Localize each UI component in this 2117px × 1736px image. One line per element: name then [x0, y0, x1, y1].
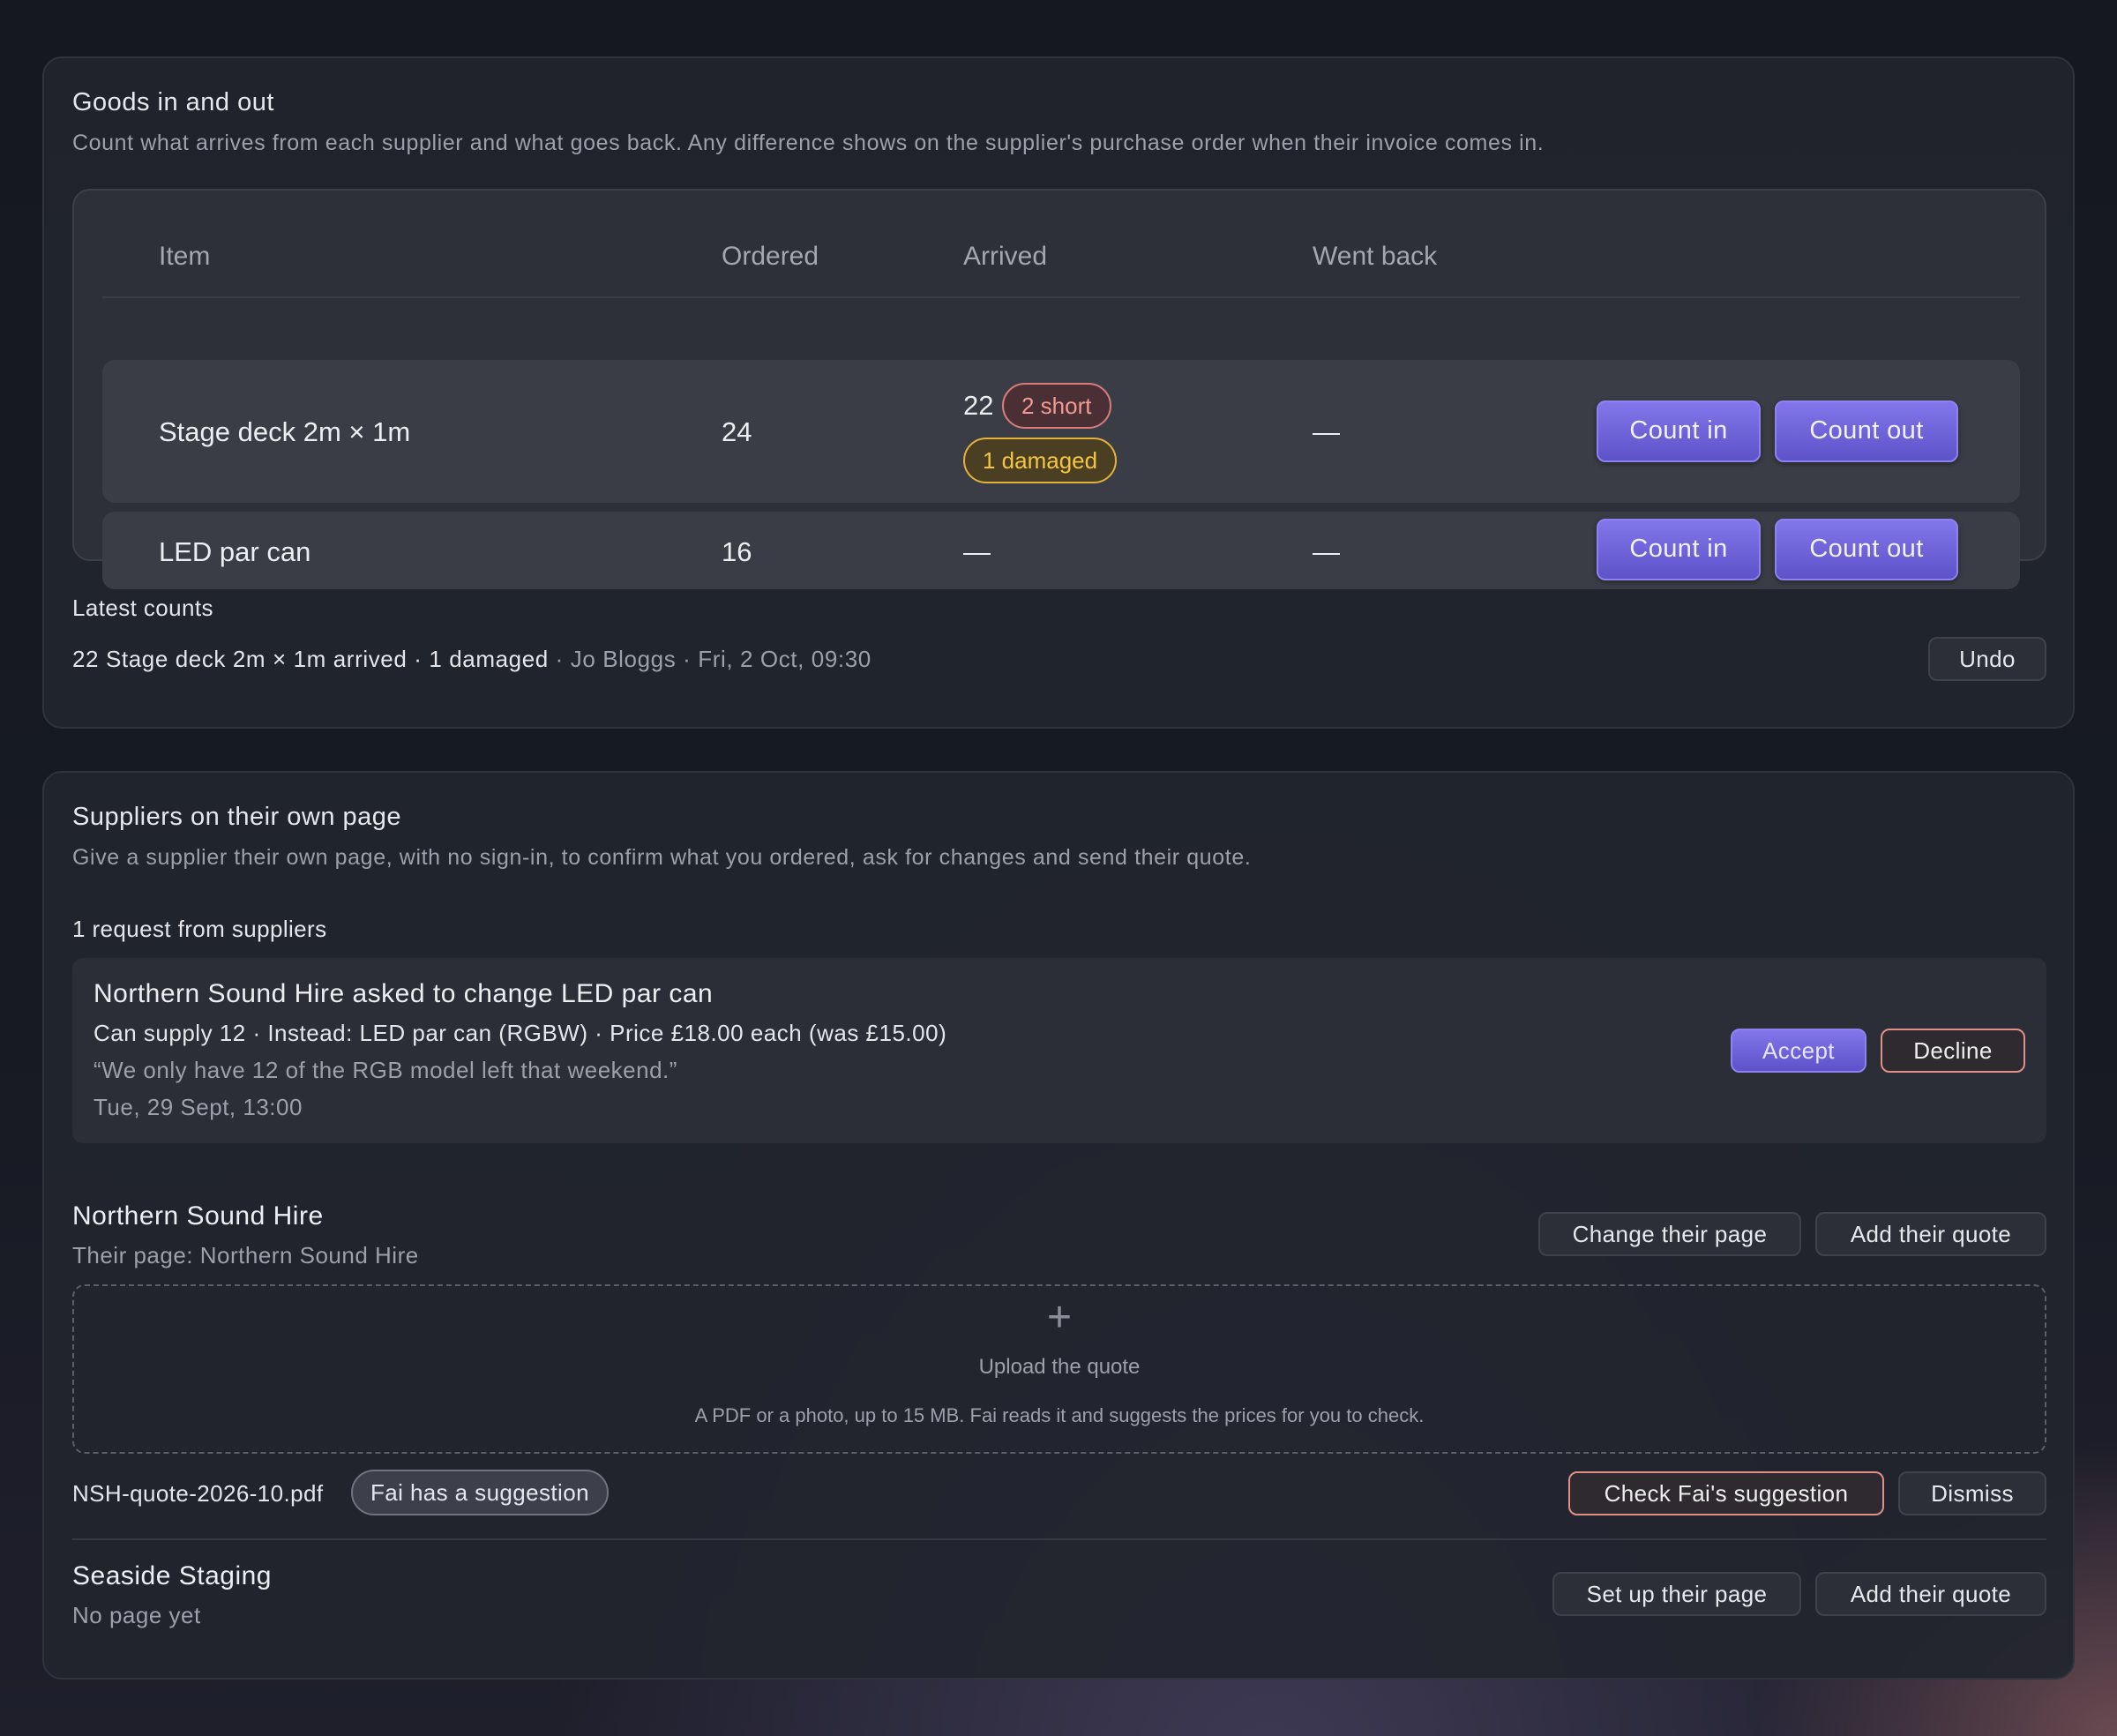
latest-count-summary: 22 Stage deck 2m × 1m arrived · 1 damage…: [72, 646, 549, 672]
request-title: Northern Sound Hire asked to change LED …: [94, 979, 714, 1008]
count-in-button[interactable]: Count in: [1597, 400, 1761, 462]
count-out-button[interactable]: Count out: [1775, 519, 1958, 580]
short-badge: 2 short: [1002, 383, 1111, 429]
supplier-name: Seaside Staging: [72, 1561, 272, 1590]
column-header-ordered: Ordered: [722, 242, 819, 271]
row-ordered: 16: [722, 536, 752, 567]
requests-heading: 1 request from suppliers: [72, 916, 327, 942]
supplier-request: Northern Sound Hire asked to change LED …: [72, 958, 2046, 1143]
goods-table: Item Ordered Arrived Went back Stage dec…: [72, 189, 2046, 589]
request-time: Tue, 29 Sept, 13:00: [94, 1094, 303, 1120]
table-row: Stage deck 2m × 1m 24 22 2 short 1 damag…: [102, 360, 2020, 503]
column-header-item: Item: [159, 242, 211, 271]
goods-in-out-card: Goods in and out Count what arrives from…: [42, 56, 2075, 729]
supplier-page-status: Their page: Northern Sound Hire: [72, 1242, 419, 1268]
check-suggestion-button[interactable]: Check Fai's suggestion: [1568, 1471, 1884, 1515]
goods-subtitle: Count what arrives from each supplier an…: [72, 131, 1545, 155]
undo-button[interactable]: Undo: [1928, 637, 2046, 681]
request-quote: “We only have 12 of the RGB model left t…: [94, 1057, 677, 1083]
accept-button[interactable]: Accept: [1731, 1029, 1866, 1073]
table-row: LED par can 16 — — Count in Count out: [102, 512, 2020, 589]
change-page-button[interactable]: Change their page: [1538, 1212, 1801, 1256]
row-went-back: —: [1313, 536, 1340, 567]
supplier-page-status: No page yet: [72, 1602, 201, 1628]
latest-count-entry: 22 Stage deck 2m × 1m arrived · 1 damage…: [72, 646, 871, 673]
fai-suggestion-badge: Fai has a suggestion: [351, 1470, 609, 1515]
quote-file-name: NSH-quote-2026-10.pdf: [72, 1480, 324, 1507]
supplier-name: Northern Sound Hire: [72, 1201, 324, 1231]
quote-upload-dropzone[interactable]: + Upload the quote A PDF or a photo, up …: [72, 1284, 2046, 1454]
upload-title: Upload the quote: [978, 1355, 1141, 1379]
decline-button[interactable]: Decline: [1881, 1029, 2025, 1073]
supplier-divider: [72, 1538, 2046, 1540]
add-quote-button[interactable]: Add their quote: [1815, 1212, 2046, 1256]
upload-hint: A PDF or a photo, up to 15 MB. Fai reads…: [694, 1404, 1425, 1426]
suppliers-title: Suppliers on their own page: [72, 803, 402, 831]
suppliers-subtitle: Give a supplier their own page, with no …: [72, 845, 1252, 870]
count-in-button[interactable]: Count in: [1597, 519, 1761, 580]
request-detail: Can supply 12 · Instead: LED par can (RG…: [94, 1020, 947, 1046]
row-arrived: —: [963, 536, 991, 567]
column-header-arrived: Arrived: [963, 242, 1048, 271]
setup-page-button[interactable]: Set up their page: [1552, 1572, 1801, 1616]
row-went-back: —: [1313, 416, 1340, 447]
row-item: LED par can: [159, 536, 311, 567]
goods-title: Goods in and out: [72, 88, 274, 116]
column-header-went-back: Went back: [1313, 242, 1438, 271]
dismiss-button[interactable]: Dismiss: [1898, 1471, 2046, 1515]
suppliers-card: Suppliers on their own page Give a suppl…: [42, 771, 2075, 1680]
add-quote-button[interactable]: Add their quote: [1815, 1572, 2046, 1616]
latest-count-meta: · Jo Bloggs · Fri, 2 Oct, 09:30: [548, 646, 871, 672]
row-arrived: 22: [963, 390, 994, 421]
count-out-button[interactable]: Count out: [1775, 400, 1958, 462]
table-header-divider: [102, 296, 2020, 298]
latest-counts-heading: Latest counts: [72, 595, 213, 621]
row-ordered: 24: [722, 416, 752, 447]
row-item: Stage deck 2m × 1m: [159, 416, 411, 447]
damaged-badge: 1 damaged: [963, 438, 1118, 483]
plus-icon: +: [1046, 1294, 1073, 1341]
